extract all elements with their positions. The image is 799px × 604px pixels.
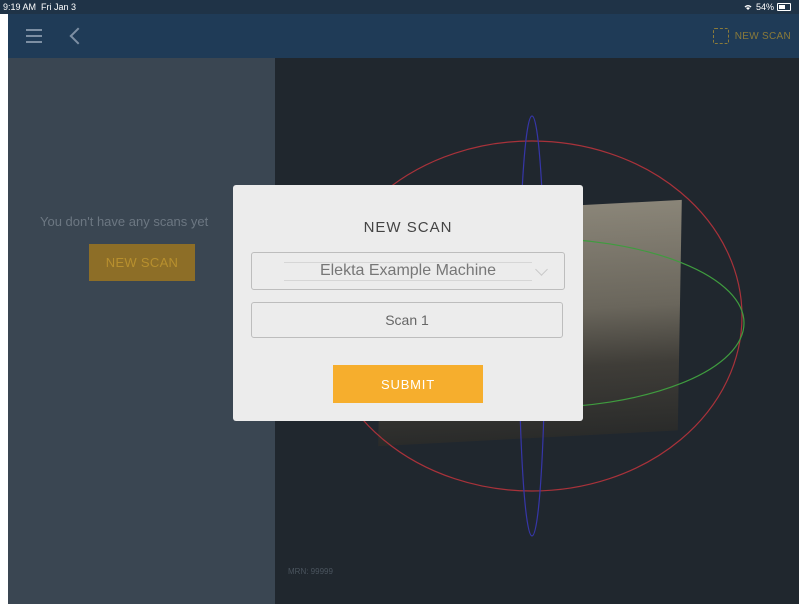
submit-button[interactable]: SUBMIT xyxy=(333,365,483,403)
dialog-title: NEW SCAN xyxy=(363,219,453,236)
scan-name-input[interactable] xyxy=(251,302,563,338)
machine-select[interactable]: Elekta Example Machine xyxy=(251,252,565,290)
new-scan-dialog: NEW SCAN Elekta Example Machine SUBMIT xyxy=(233,185,583,421)
machine-select-value: Elekta Example Machine xyxy=(319,262,497,279)
